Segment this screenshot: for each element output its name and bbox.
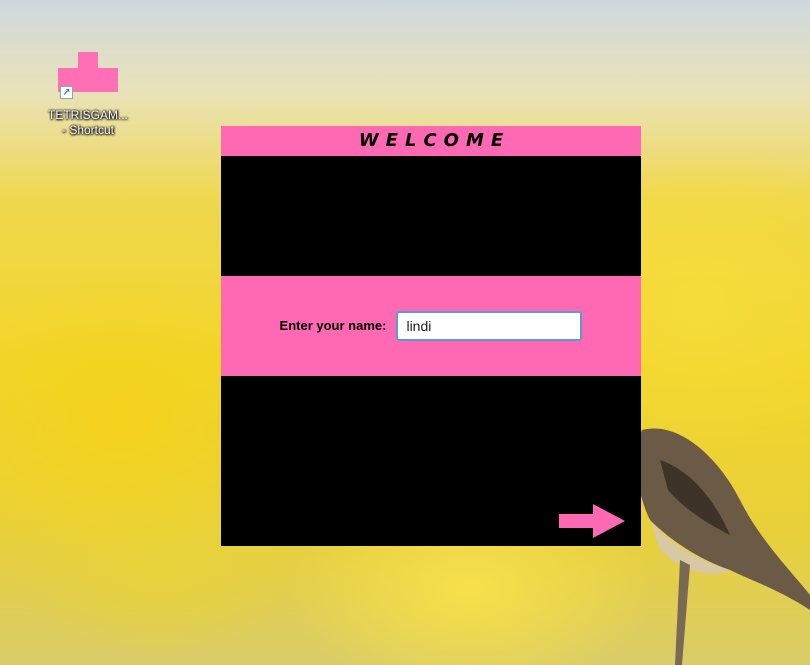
shortcut-label: TETRISGAM... - Shortcut — [40, 108, 136, 138]
bottom-panel — [221, 376, 641, 546]
window-title: WELCOME — [358, 130, 511, 151]
name-input[interactable] — [396, 311, 583, 341]
shortcut-label-line1: TETRISGAM... — [47, 108, 128, 122]
shortcut-overlay-icon: ↗ — [60, 86, 73, 99]
title-bar: WELCOME — [221, 126, 641, 156]
welcome-window: WELCOME Enter your name: — [221, 126, 641, 546]
desktop-shortcut-tetris[interactable]: ↗ TETRISGAM... - Shortcut — [40, 52, 136, 138]
name-label: Enter your name: — [279, 318, 387, 333]
tetris-block-icon: ↗ — [58, 52, 118, 99]
name-entry-band: Enter your name: — [221, 276, 641, 376]
wallpaper-bird — [636, 428, 810, 665]
shortcut-label-line2: - Shortcut — [61, 123, 115, 137]
arrow-right-icon[interactable] — [559, 504, 625, 538]
top-panel — [221, 156, 641, 276]
